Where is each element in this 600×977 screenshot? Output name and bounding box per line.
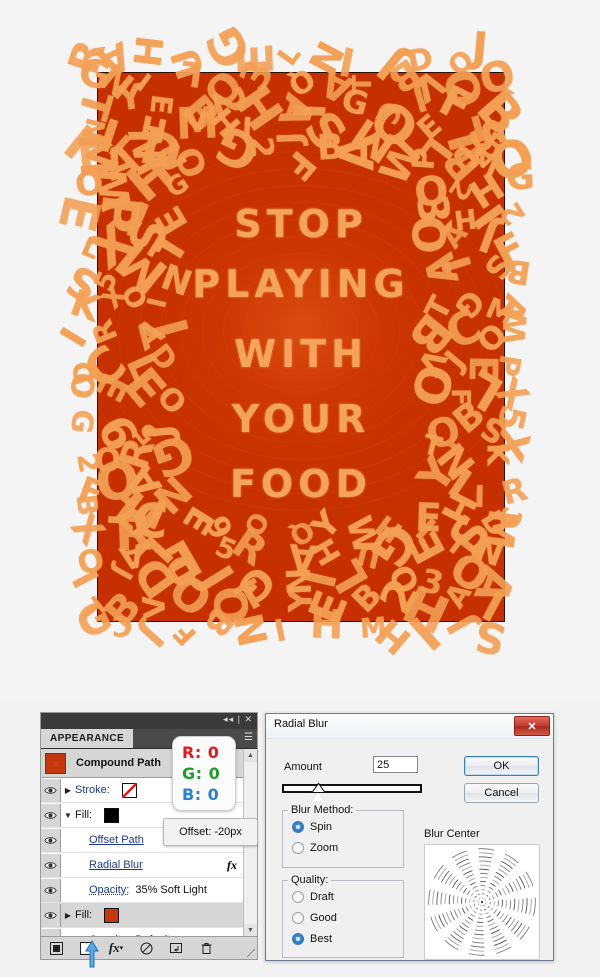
amount-input[interactable] — [373, 756, 418, 773]
rgb-green-value: G: 0 — [182, 764, 221, 783]
duplicate-item-button[interactable] — [161, 937, 191, 959]
poster-artwork[interactable]: RAHUGELNIJDOJGNILO3QATBVOQTYEB2HAIGCJFBN… — [46, 17, 544, 664]
appearance-row[interactable]: ▶ Fill: — [41, 903, 257, 928]
visibility-eye-icon[interactable] — [41, 853, 61, 877]
radio-zoom-dot — [292, 842, 304, 854]
poster-message-line: PLAYING — [192, 262, 410, 306]
radio-draft-label: Draft — [310, 891, 334, 903]
rgb-blue-value: B: 0 — [182, 785, 220, 804]
appearance-row[interactable]: Radial Blur fx — [41, 853, 257, 878]
border-letter: N — [226, 608, 278, 650]
object-type-label: Compound Path — [76, 757, 161, 769]
radio-spin-label: Spin — [310, 821, 333, 833]
poster-message-line: YOUR — [231, 397, 371, 441]
dialog-titlebar: Radial Blur ✕ — [266, 714, 553, 739]
border-letter: J — [131, 616, 172, 655]
visibility-eye-icon[interactable] — [41, 778, 61, 802]
offset-value-callout: Offset: -20px — [163, 818, 258, 846]
visibility-eye-icon[interactable] — [41, 903, 61, 927]
blur-method-legend: Blur Method: — [288, 804, 357, 816]
fx-icon[interactable]: fx — [227, 858, 237, 873]
appearance-row-label[interactable]: Offset Path — [89, 834, 144, 846]
rgb-value-callout: R: 0 G: 0 B: 0 — [172, 736, 236, 811]
color-swatch[interactable] — [121, 782, 137, 798]
border-letter: 2 — [242, 135, 281, 160]
radio-best[interactable]: Best — [292, 933, 332, 945]
disclosure-expanded-icon[interactable]: ▼ — [61, 811, 75, 820]
radio-zoom-label: Zoom — [310, 842, 339, 854]
radial-blur-dialog[interactable]: Radial Blur ✕ Amount Blur Method: Spin Z… — [265, 713, 554, 961]
disclosure-collapsed-icon[interactable]: ▶ — [61, 786, 75, 795]
appearance-row-label[interactable]: Opacity: — [89, 884, 129, 896]
ok-button[interactable]: OK — [464, 756, 539, 776]
quality-legend: Quality: — [288, 874, 332, 886]
disclosure-collapsed-icon[interactable]: ▶ — [61, 911, 75, 920]
radio-spin[interactable]: Spin — [292, 821, 332, 833]
appearance-row-label[interactable]: Fill: — [75, 909, 92, 921]
amount-slider-thumb[interactable] — [311, 783, 326, 801]
visibility-eye-icon[interactable] — [41, 828, 61, 852]
add-new-effect-button[interactable]: fx ▾ — [101, 937, 131, 959]
border-letter: G — [505, 157, 536, 199]
artboard-area: RAHUGELNIJDOJGNILO3QATBVOQTYEB2HAIGCJFBN… — [0, 0, 600, 700]
radio-zoom[interactable]: Zoom — [292, 842, 338, 854]
color-swatch[interactable] — [104, 807, 120, 823]
blur-method-group: Blur Method: Spin Zoom — [282, 804, 404, 868]
amount-slider-track[interactable] — [282, 784, 422, 793]
poster-message-line: WITH — [234, 332, 368, 376]
border-letter: H — [126, 33, 173, 70]
appearance-row[interactable]: Opacity: 35% Soft Light — [41, 878, 257, 903]
radio-good-dot — [292, 912, 304, 924]
radio-good-label: Good — [310, 912, 337, 924]
amount-label: Amount — [284, 761, 322, 773]
poster-message-line: STOP — [234, 202, 368, 246]
dialog-body: Amount Blur Method: Spin Zoom Quality: D… — [266, 738, 553, 960]
blur-center-preview[interactable] — [424, 844, 540, 960]
radio-spin-dot — [292, 821, 304, 833]
appearance-row-label[interactable]: Stroke: — [75, 784, 110, 796]
radio-best-label: Best — [310, 933, 333, 945]
radio-draft[interactable]: Draft — [292, 891, 334, 903]
dialog-title: Radial Blur — [274, 718, 328, 730]
appearance-row-label[interactable]: Radial Blur — [89, 859, 143, 871]
appearance-row-value: 35% Soft Light — [135, 884, 207, 896]
radio-best-dot — [292, 933, 304, 945]
add-new-stroke-button[interactable] — [41, 937, 71, 959]
panel-titlebar: ◂◂ | ✕ — [41, 713, 257, 729]
rgb-red-value: R: 0 — [182, 743, 220, 762]
close-icon[interactable]: ✕ — [514, 716, 550, 736]
clear-appearance-button[interactable] — [131, 937, 161, 959]
add-new-fill-button[interactable] — [71, 937, 101, 959]
border-letter: B — [503, 251, 534, 293]
radio-draft-dot — [292, 891, 304, 903]
scroll-up-icon[interactable]: ▲ — [244, 749, 257, 762]
poster-message-line: FOOD — [229, 462, 373, 506]
delete-item-button[interactable] — [191, 937, 221, 959]
panel-resize-grip[interactable] — [247, 949, 255, 957]
border-letter: C — [111, 609, 133, 643]
quality-group: Quality: Draft Good Best — [282, 874, 404, 958]
border-letter: H — [308, 600, 344, 649]
cancel-button[interactable]: Cancel — [464, 783, 539, 803]
appearance-bottom-toolbar[interactable]: fx ▾ — [41, 936, 257, 959]
panel-titlebar-icons[interactable]: ◂◂ | ✕ — [223, 714, 253, 725]
visibility-eye-icon[interactable] — [41, 803, 61, 827]
radio-good[interactable]: Good — [292, 912, 337, 924]
color-swatch[interactable] — [104, 907, 120, 923]
tab-appearance[interactable]: APPEARANCE — [41, 729, 134, 748]
object-thumbnail — [45, 752, 66, 774]
blur-center-label: Blur Center — [424, 828, 480, 840]
panel-menu-icon[interactable]: ☰ — [244, 732, 253, 743]
appearance-row-label[interactable]: Fill: — [75, 809, 92, 821]
visibility-eye-icon[interactable] — [41, 878, 61, 902]
